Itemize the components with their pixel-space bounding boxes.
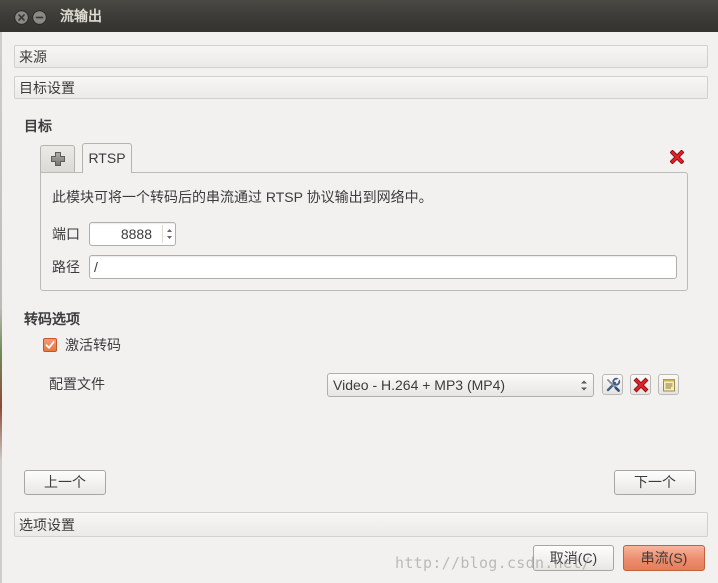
add-destination-tab[interactable] bbox=[40, 145, 75, 172]
path-input[interactable] bbox=[89, 255, 677, 279]
up-down-arrows-icon[interactable] bbox=[162, 225, 175, 243]
transcode-heading: 转码选项 bbox=[24, 311, 80, 327]
minimize-icon[interactable] bbox=[32, 10, 47, 25]
new-profile-button[interactable] bbox=[658, 374, 679, 395]
next-button[interactable]: 下一个 bbox=[614, 470, 696, 495]
edit-profile-button[interactable] bbox=[602, 374, 623, 395]
tab-rtsp[interactable]: RTSP bbox=[82, 143, 132, 173]
title-bar[interactable]: 流输出 bbox=[0, 0, 718, 32]
stream-output-dialog: 流输出 来源 目标设置 目标 RTSP 此模块可将一个转码后的串流通过 RTSP… bbox=[0, 0, 718, 583]
previous-button[interactable]: 上一个 bbox=[24, 470, 106, 495]
up-down-arrows-icon bbox=[580, 379, 588, 392]
section-option-setup-header[interactable]: 选项设置 bbox=[14, 512, 708, 537]
red-x-icon[interactable] bbox=[669, 149, 685, 165]
window-title: 流输出 bbox=[60, 8, 102, 24]
delete-profile-button[interactable] bbox=[630, 374, 651, 395]
destination-heading: 目标 bbox=[24, 118, 52, 134]
notepad-icon bbox=[663, 379, 675, 392]
activate-transcode-checkbox[interactable] bbox=[43, 338, 57, 352]
profile-selected-value: Video - H.264 + MP3 (MP4) bbox=[333, 377, 506, 393]
plus-icon bbox=[51, 152, 65, 166]
profile-combobox[interactable]: Video - H.264 + MP3 (MP4) bbox=[327, 373, 594, 397]
profile-label: 配置文件 bbox=[49, 376, 105, 392]
section-option-setup-label: 选项设置 bbox=[19, 517, 75, 533]
section-source-label: 来源 bbox=[19, 49, 47, 65]
path-label: 路径 bbox=[52, 259, 80, 275]
close-icon[interactable] bbox=[14, 10, 29, 25]
section-destination-setup-label: 目标设置 bbox=[19, 80, 75, 96]
wrench-icon bbox=[606, 377, 621, 392]
window-edge bbox=[0, 32, 2, 583]
port-label: 端口 bbox=[52, 226, 80, 242]
section-source-header[interactable]: 来源 bbox=[14, 45, 708, 68]
destination-description: 此模块可将一个转码后的串流通过 RTSP 协议输出到网络中。 bbox=[52, 189, 433, 205]
stream-button[interactable]: 串流(S) bbox=[623, 545, 705, 571]
checkmark-icon bbox=[45, 341, 55, 349]
cancel-button[interactable]: 取消(C) bbox=[533, 545, 614, 571]
red-x-icon bbox=[633, 377, 649, 393]
activate-transcode-label[interactable]: 激活转码 bbox=[65, 336, 121, 354]
section-destination-setup-header[interactable]: 目标设置 bbox=[14, 76, 708, 99]
